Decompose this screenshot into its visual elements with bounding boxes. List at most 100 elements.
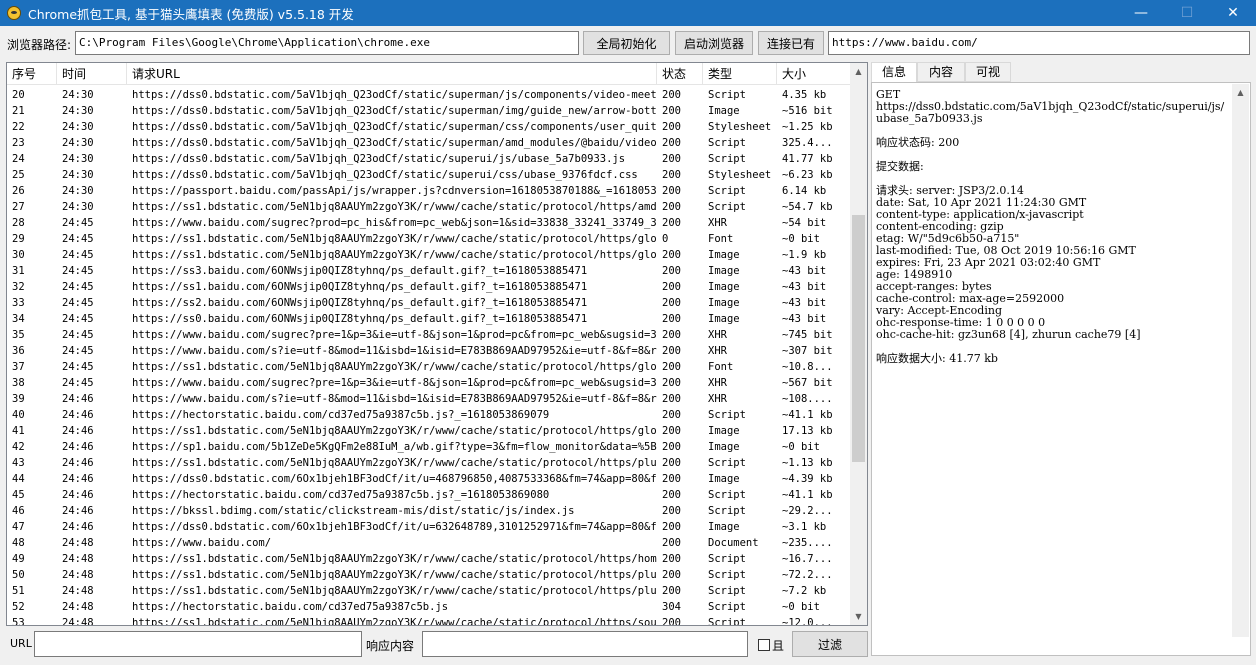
row-url: https://www.baidu.com/s?ie=utf-8&mod=11&… [132, 393, 657, 405]
row-time: 24:46 [62, 521, 94, 533]
table-row[interactable]: 48 24:48 https://www.baidu.com/200 Document… [7, 535, 851, 551]
url-filter-input[interactable] [34, 631, 362, 657]
browser-path-input[interactable]: C:\Program Files\Google\Chrome\Applicati… [75, 31, 579, 55]
row-index: 29 [12, 233, 25, 245]
row-status: 200 [662, 281, 681, 293]
column-header-time[interactable]: 时间 [57, 63, 127, 85]
row-type: Script [708, 457, 746, 469]
owl-app-icon [7, 6, 21, 20]
list-scrollbar[interactable]: ▲ ▼ [850, 63, 867, 625]
table-row[interactable]: 31 24:45 https://ss3.baidu.com/6ONWsjip0QI… [7, 263, 851, 279]
table-row[interactable]: 37 24:45 https://ss1.bdstatic.com/5eN1bjq8… [7, 359, 851, 375]
connect-existing-button[interactable]: 连接已有 [758, 31, 824, 55]
detail-panel[interactable]: GET https://dss0.bdstatic.com/5aV1bjqh_Q… [871, 82, 1251, 656]
row-type: Script [708, 185, 746, 197]
row-time: 24:45 [62, 345, 94, 357]
scroll-thumb[interactable] [852, 215, 865, 462]
table-row[interactable]: 34 24:45 https://ss0.baidu.com/6ONWsjip0QI… [7, 311, 851, 327]
table-row[interactable]: 35 24:45 https://www.baidu.com/sugrec?pre=… [7, 327, 851, 343]
column-header-size[interactable]: 大小 [777, 63, 851, 85]
detail-scroll-up-icon[interactable]: ▲ [1232, 84, 1249, 101]
row-type: XHR [708, 393, 727, 405]
row-url: https://ss3.baidu.com/6ONWsjip0QIZ8tyhnq… [132, 265, 588, 277]
toolbar: 浏览器路径: C:\Program Files\Google\Chrome\Ap… [0, 31, 1256, 57]
table-row[interactable]: 27 24:30 https://ss1.bdstatic.com/5eN1bjq8… [7, 199, 851, 215]
table-row[interactable]: 30 24:45 https://ss1.bdstatic.com/5eN1bjq8… [7, 247, 851, 263]
row-size: ~1.25 kb [782, 121, 833, 133]
close-button[interactable]: ✕ [1210, 0, 1256, 26]
row-status: 200 [662, 569, 681, 581]
column-header-status[interactable]: 状态 [657, 63, 703, 85]
tab-visual[interactable]: 可视 [965, 62, 1011, 82]
row-size: 41.77 kb [782, 153, 833, 165]
table-row[interactable]: 36 24:45 https://www.baidu.com/s?ie=utf-8&… [7, 343, 851, 359]
table-row[interactable]: 42 24:46 https://sp1.baidu.com/5b1ZeDe5KgQ… [7, 439, 851, 455]
table-row[interactable]: 40 24:46 https://hectorstatic.baidu.com/cd… [7, 407, 851, 423]
row-size: ~43 bit [782, 313, 827, 325]
table-row[interactable]: 44 24:46 https://dss0.bdstatic.com/6Ox1bje… [7, 471, 851, 487]
column-header-index[interactable]: 序号 [7, 63, 57, 85]
table-row[interactable]: 24 24:30 https://dss0.bdstatic.com/5aV1bjq… [7, 151, 851, 167]
row-type: Image [708, 473, 740, 485]
column-header-type[interactable]: 类型 [703, 63, 777, 85]
detail-text[interactable]: GET https://dss0.bdstatic.com/5aV1bjqh_Q… [876, 89, 1228, 365]
row-index: 40 [12, 409, 25, 421]
row-time: 24:30 [62, 201, 94, 213]
table-row[interactable]: 46 24:46 https://bkssl.bdimg.com/static/cl… [7, 503, 851, 519]
table-row[interactable]: 50 24:48 https://ss1.bdstatic.com/5eN1bjq8… [7, 567, 851, 583]
table-row[interactable]: 53 24:48 https://ss1.bdstatic.com/5eN1bjq8… [7, 615, 851, 626]
global-init-button[interactable]: 全局初始化 [583, 31, 670, 55]
request-list[interactable]: 序号 时间 请求URL 状态 类型 大小 20 24:30 https://dss0… [6, 62, 868, 626]
table-row[interactable]: 22 24:30 https://dss0.bdstatic.com/5aV1bjq… [7, 119, 851, 135]
table-row[interactable]: 52 24:48 https://hectorstatic.baidu.com/cd… [7, 599, 851, 615]
minimize-button[interactable]: — [1118, 0, 1164, 26]
table-row[interactable]: 21 24:30 https://dss0.bdstatic.com/5aV1bjq… [7, 103, 851, 119]
maximize-button[interactable]: ☐ [1164, 0, 1210, 26]
detail-scrollbar[interactable] [1232, 101, 1249, 637]
table-row[interactable]: 33 24:45 https://ss2.baidu.com/6ONWsjip0QI… [7, 295, 851, 311]
table-row[interactable]: 45 24:46 https://hectorstatic.baidu.com/cd… [7, 487, 851, 503]
row-size: ~6.23 kb [782, 169, 833, 181]
table-row[interactable]: 51 24:48 https://ss1.bdstatic.com/5eN1bjq8… [7, 583, 851, 599]
row-size: ~10.8... [782, 361, 833, 373]
table-row[interactable]: 39 24:46 https://www.baidu.com/s?ie=utf-8&… [7, 391, 851, 407]
table-row[interactable]: 26 24:30 https://passport.baidu.com/passAp… [7, 183, 851, 199]
row-index: 24 [12, 153, 25, 165]
row-url: https://passport.baidu.com/passApi/js/wr… [132, 185, 657, 197]
tab-info[interactable]: 信息 [871, 62, 917, 83]
table-row[interactable]: 49 24:48 https://ss1.bdstatic.com/5eN1bjq8… [7, 551, 851, 567]
row-url: https://ss1.bdstatic.com/5eN1bjq8AAUYm2z… [132, 553, 657, 565]
target-url-input[interactable]: https://www.baidu.com/ [828, 31, 1250, 55]
row-type: Script [708, 569, 746, 581]
table-row[interactable]: 28 24:45 https://www.baidu.com/sugrec?prod… [7, 215, 851, 231]
row-type: Script [708, 137, 746, 149]
row-size: 4.35 kb [782, 89, 827, 101]
table-row[interactable]: 29 24:45 https://ss1.bdstatic.com/5eN1bjq8… [7, 231, 851, 247]
table-row[interactable]: 38 24:45 https://www.baidu.com/sugrec?pre=… [7, 375, 851, 391]
row-size: ~12.0... [782, 617, 833, 626]
tab-content[interactable]: 内容 [917, 62, 965, 82]
row-status: 200 [662, 505, 681, 517]
row-status: 200 [662, 121, 681, 133]
row-url: https://ss1.bdstatic.com/5eN1bjq8AAUYm2z… [132, 201, 657, 213]
row-status: 200 [662, 201, 681, 213]
filter-button[interactable]: 过滤 [792, 631, 868, 657]
table-row[interactable]: 41 24:46 https://ss1.bdstatic.com/5eN1bjq8… [7, 423, 851, 439]
column-header-url[interactable]: 请求URL [127, 63, 657, 85]
scroll-down-arrow-icon[interactable]: ▼ [850, 608, 867, 625]
table-row[interactable]: 47 24:46 https://dss0.bdstatic.com/6Ox1bje… [7, 519, 851, 535]
table-row[interactable]: 25 24:30 https://dss0.bdstatic.com/5aV1bjq… [7, 167, 851, 183]
row-status: 200 [662, 585, 681, 597]
row-time: 24:30 [62, 169, 94, 181]
scroll-up-arrow-icon[interactable]: ▲ [850, 63, 867, 80]
table-row[interactable]: 43 24:46 https://ss1.bdstatic.com/5eN1bjq8… [7, 455, 851, 471]
launch-browser-button[interactable]: 启动浏览器 [675, 31, 753, 55]
table-row[interactable]: 32 24:45 https://ss1.baidu.com/6ONWsjip0QI… [7, 279, 851, 295]
and-checkbox[interactable] [758, 639, 770, 651]
row-url: https://ss1.baidu.com/6ONWsjip0QIZ8tyhnq… [132, 281, 588, 293]
row-status: 200 [662, 425, 681, 437]
row-size: ~7.2 kb [782, 585, 827, 597]
table-row[interactable]: 23 24:30 https://dss0.bdstatic.com/5aV1bjq… [7, 135, 851, 151]
table-row[interactable]: 20 24:30 https://dss0.bdstatic.com/5aV1bjq… [7, 87, 851, 103]
response-filter-input[interactable] [422, 631, 748, 657]
